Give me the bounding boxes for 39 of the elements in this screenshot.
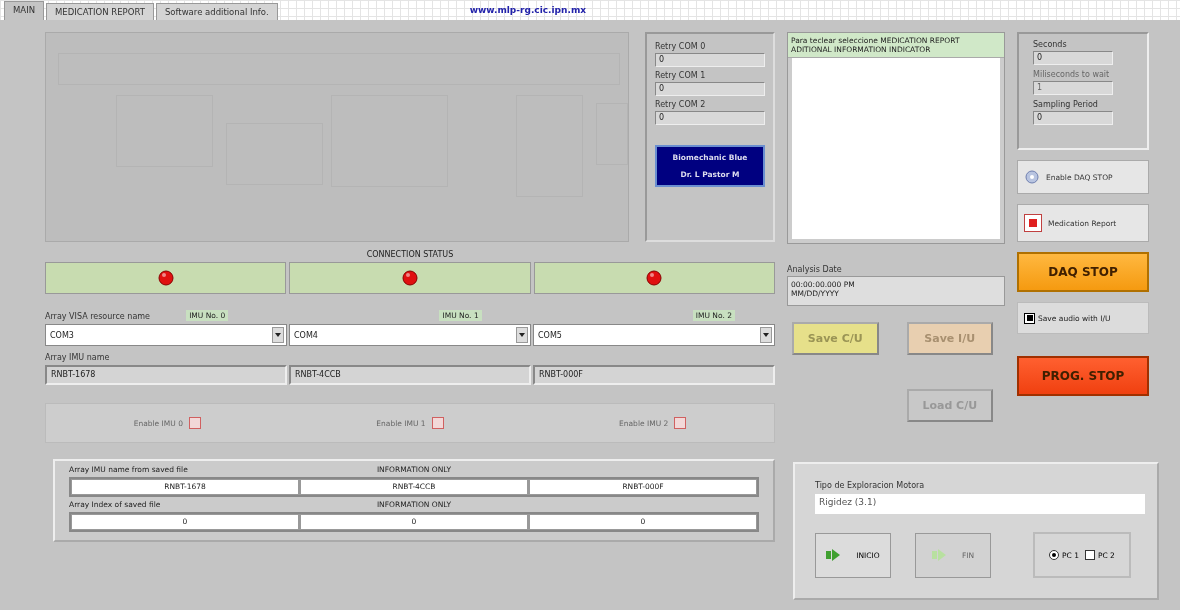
text-area[interactable]: [788, 58, 1004, 243]
field-label: Retry COM 0: [655, 42, 707, 51]
resource-dropdown[interactable]: COM3: [45, 324, 287, 346]
field-label: Seconds: [1033, 40, 1067, 49]
exploration-field[interactable]: Rigidez (3.1): [815, 494, 1145, 514]
numeric-field[interactable]: 0: [655, 53, 765, 67]
caret-icon: [519, 333, 525, 337]
dial-icon: [1024, 169, 1040, 185]
tab[interactable]: Software additional Info.: [155, 3, 278, 20]
caret-icon: [275, 333, 281, 337]
resource-dropdown[interactable]: COM4: [289, 324, 531, 346]
checkbox[interactable]: [674, 417, 687, 429]
field-label: Array VISA resource name: [45, 312, 150, 321]
stop-square-icon: [1024, 214, 1042, 232]
field-label: Array IMU name: [45, 353, 111, 362]
tab[interactable]: MEDICATION REPORT: [46, 3, 154, 20]
numeric-field[interactable]: 0: [655, 111, 765, 125]
field-label: Retry COM 2: [655, 100, 707, 109]
field-label: Tipo de Exploracion Motora: [815, 481, 925, 490]
numeric-field[interactable]: 0: [1033, 51, 1113, 65]
resource-dropdown[interactable]: COM5: [533, 324, 775, 346]
numeric-field[interactable]: 0: [1033, 111, 1113, 125]
prog-stop-button[interactable]: PROG. STOP: [1017, 356, 1149, 396]
section-title: CONNECTION STATUS: [365, 250, 455, 259]
text-indicator: RNBT-4CCB: [289, 365, 531, 385]
field-label: Analysis Date: [787, 265, 842, 274]
website-link[interactable]: www.mlp-rg.cic.ipn.mx: [469, 5, 587, 15]
play-icon: [931, 549, 948, 561]
checkbox[interactable]: [188, 417, 201, 429]
daq-stop-button[interactable]: DAQ STOP: [1017, 252, 1149, 292]
text-indicator: RNBT-000F: [533, 365, 775, 385]
field-label: Retry COM 1: [655, 71, 707, 80]
caret-icon: [763, 333, 769, 337]
tab[interactable]: MAIN: [4, 1, 44, 20]
text-indicator: RNBT-1678: [45, 365, 287, 385]
checkbox[interactable]: [431, 417, 444, 429]
numeric-field[interactable]: 0: [655, 82, 765, 96]
field-label: Miliseconds to wait: [1033, 70, 1110, 79]
field-label: Sampling Period: [1033, 100, 1098, 109]
